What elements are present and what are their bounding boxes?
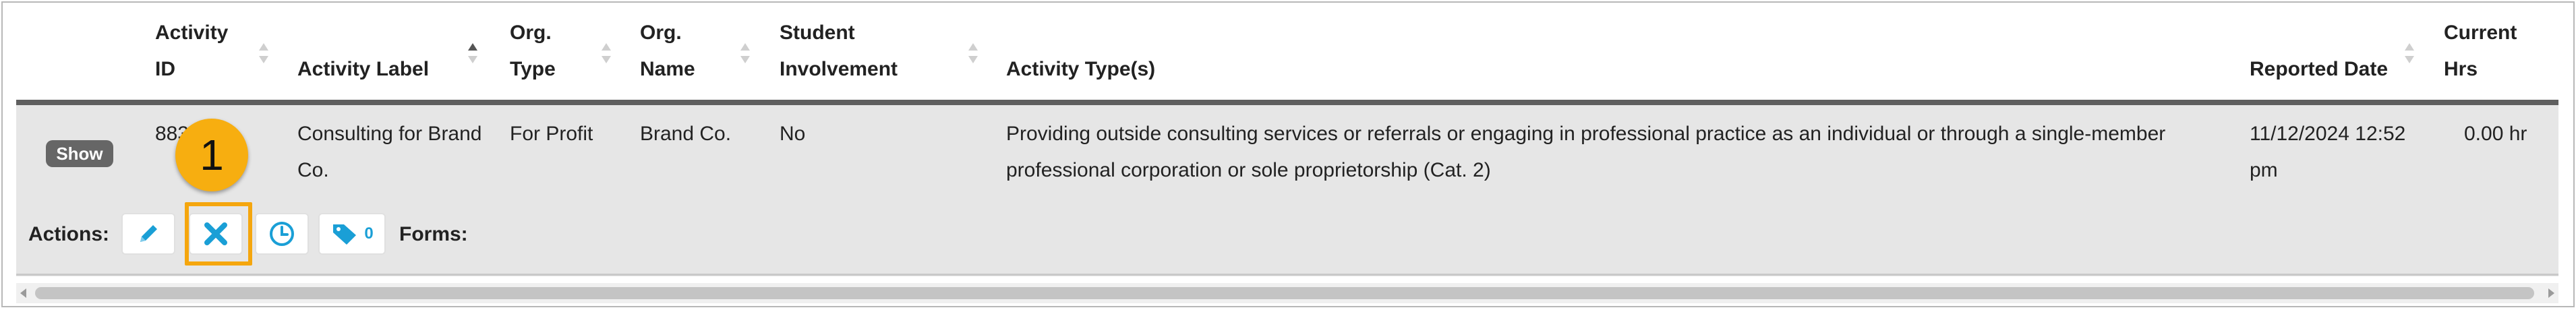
sort-icon[interactable] [602, 43, 611, 63]
tag-count: 0 [364, 224, 374, 243]
pencil-icon [140, 225, 157, 242]
scroll-right-arrow-icon[interactable] [2548, 288, 2554, 298]
col-header-activity-id[interactable]: Activity ID [155, 15, 228, 88]
cell-activity-label: Consulting for Brand Co. [297, 123, 482, 181]
cell-current-hrs: 0.00 hr [2464, 123, 2527, 145]
x-icon [204, 222, 227, 245]
col-header-org-name[interactable]: Org. Name [640, 15, 695, 88]
col-header-student-involvement[interactable]: Student Involvement [780, 15, 898, 88]
actions-label: Actions: [28, 223, 109, 245]
header-divider [16, 100, 2558, 105]
tag-icon [333, 224, 357, 245]
row-divider [16, 274, 2558, 276]
col-header-current-hrs[interactable]: Current Hrs [2444, 15, 2517, 88]
cell-activity-types: Providing outside consulting services or… [1006, 123, 2166, 181]
history-button[interactable] [255, 213, 309, 255]
col-header-org-type[interactable]: Org. Type [510, 15, 556, 88]
cell-student-involvement: No [780, 123, 806, 145]
delete-button[interactable] [189, 213, 243, 255]
horizontal-scrollbar[interactable] [16, 283, 2558, 303]
sort-icon[interactable] [2405, 43, 2414, 63]
tags-button[interactable]: 0 [318, 213, 386, 255]
sort-icon[interactable] [968, 43, 978, 63]
col-header-activity-types[interactable]: Activity Type(s) [1006, 51, 1155, 88]
sort-icon[interactable] [740, 43, 750, 63]
cell-reported-date: 11/12/2024 12:52 pm [2250, 123, 2406, 181]
scroll-left-arrow-icon[interactable] [20, 288, 26, 298]
cell-org-name: Brand Co. [640, 123, 732, 145]
step-callout: 1 [175, 119, 248, 191]
col-header-activity-label[interactable]: Activity Label [297, 51, 429, 88]
col-header-reported-date[interactable]: Reported Date [2250, 51, 2388, 88]
clock-icon [270, 222, 294, 246]
scrollbar-thumb[interactable] [35, 287, 2534, 299]
edit-button[interactable] [121, 213, 175, 255]
forms-label: Forms: [399, 223, 468, 245]
sort-asc-icon[interactable] [468, 43, 477, 63]
cell-org-type: For Profit [510, 123, 593, 145]
sort-icon[interactable] [259, 43, 268, 63]
show-button[interactable]: Show [46, 140, 113, 167]
